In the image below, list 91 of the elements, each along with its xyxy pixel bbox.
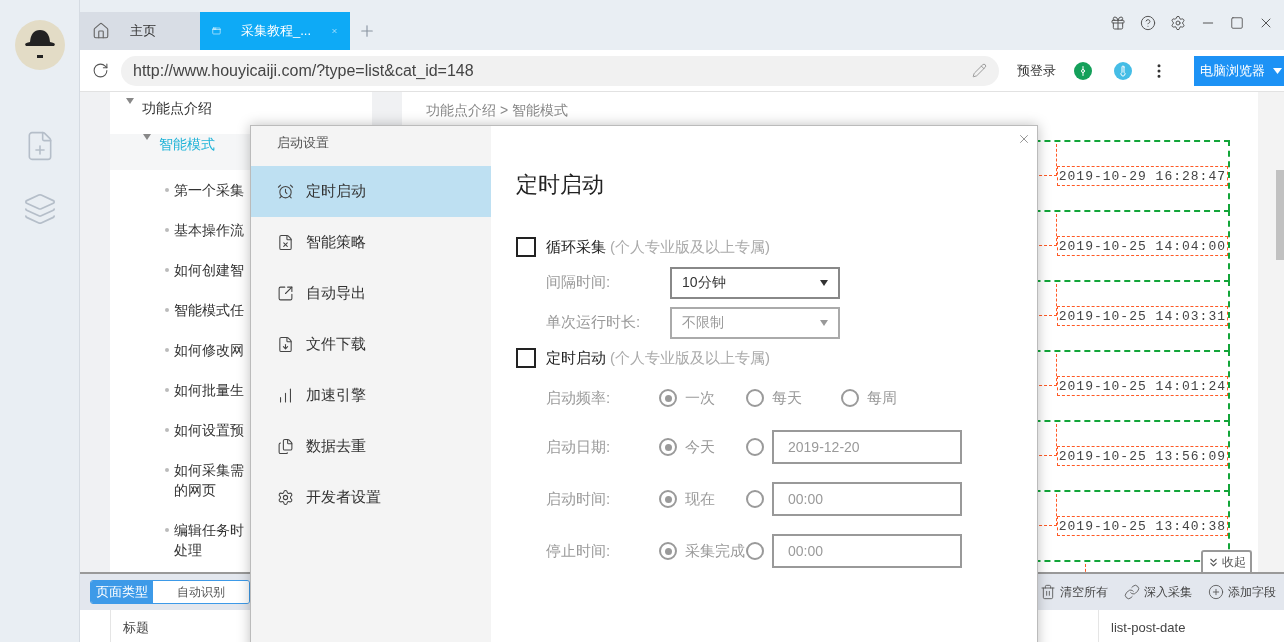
caret-icon [1273,67,1282,74]
checkbox-label: 循环采集 [546,237,606,257]
toolbar-button[interactable]: 深入采集 [1124,583,1192,601]
bullet-icon [165,348,169,352]
edit-icon [972,63,987,78]
toolbar-button[interactable]: 添加字段 [1208,583,1276,601]
caret-icon [143,134,151,140]
reload-icon[interactable] [92,62,109,79]
radio-label: 一次 [685,387,715,408]
trash-icon [1040,584,1056,600]
bullet-icon [165,308,169,312]
nav-item[interactable]: 智能策略 [251,217,491,268]
date-label: 2019-10-25 13:40:38 [1056,516,1228,536]
plugin-icon[interactable] [1074,61,1092,80]
tree-label: 智能模式任 [174,301,245,320]
field-label: 启动日期: [546,436,612,457]
toolbar-button[interactable]: 清空所有 [1040,583,1108,601]
date-label: 2019-10-25 14:01:24 [1056,376,1228,396]
caret-icon [820,319,828,326]
checkbox[interactable] [516,237,536,258]
tree-label: 编辑任务时处理 [174,521,245,560]
checkbox-label: 定时启动 [546,347,606,368]
edition-note: (个人专业版及以上专属) [610,237,770,257]
date-label: 2019-10-25 14:04:00 [1056,236,1228,256]
nav-item[interactable]: 数据去重 [251,421,491,472]
breadcrumb: 功能点介绍 > 智能模式 [426,102,568,118]
tree-label: 如何设置预 [174,421,245,440]
caret-icon [820,279,828,286]
document-icon [277,234,294,251]
caret-icon [126,98,134,104]
date-label: 2019-10-25 14:03:31 [1056,306,1228,326]
radio-label: 现在 [685,488,715,509]
nav-item[interactable]: 文件下载 [251,319,491,370]
field-label: 间隔时间: [546,272,612,293]
help-icon[interactable] [1140,15,1156,31]
date-label: 2019-10-29 16:28:47 [1056,166,1228,186]
avatar [14,20,65,70]
documents-icon [277,438,294,455]
tree-label: 如何修改网 [174,341,245,360]
column-header: list-post-date [1098,610,1284,642]
tree-label: 基本操作流 [174,221,245,240]
radio-label: 每周 [867,387,897,408]
settings-icon[interactable] [1170,15,1186,31]
add-icon [1208,584,1224,600]
bullet-icon [165,528,169,532]
home-icon [92,22,110,40]
alarm-clock-icon [277,183,294,200]
bullet-icon [165,468,169,472]
field-label: 启动频率: [546,387,612,408]
nav-item[interactable]: 自动导出 [251,268,491,319]
tree-label: 如何创建智 [174,261,245,280]
dialog-heading: 定时启动 [516,171,605,199]
tree-label: 智能模式 [159,135,215,154]
field-label: 启动时间: [546,488,612,509]
address-field[interactable]: http://www.houyicaiji.com/?type=list&cat_id=148 [121,55,999,86]
layers-icon[interactable] [22,192,57,226]
gift-icon[interactable] [1110,15,1126,31]
bullet-icon [165,388,169,392]
tree-label: 如何批量生 [174,381,245,400]
field-label: 单次运行时长: [546,312,642,333]
bullet-icon [165,228,169,232]
new-tab-icon[interactable] [358,22,376,40]
link-icon [1124,584,1140,600]
tree-label: 如何采集需的网页 [174,461,245,500]
close-icon[interactable] [1017,132,1031,146]
dialog-title: 启动设置 [276,134,330,152]
file-download-icon [277,336,294,353]
thermometer-icon[interactable] [1114,61,1132,80]
scrollbar-thumb[interactable] [1276,170,1284,260]
date-label: 2019-10-25 13:56:09 [1056,446,1228,466]
pre-login-link[interactable]: 预登录 [1017,60,1056,81]
bullet-icon [165,428,169,432]
field-label: 停止时间: [546,540,612,561]
radio-label: 采集完成 [685,540,745,561]
export-icon [277,285,294,302]
tree-label: 功能点介绍 [142,99,212,118]
maximize-icon[interactable] [1230,16,1244,30]
radio-label: 今天 [685,436,715,457]
nav-item[interactable]: 定时启动 [251,166,491,217]
nav-item[interactable]: 加速引擎 [251,370,491,421]
bar-chart-icon [277,387,294,404]
tree-item[interactable]: 功能点介绍 [110,98,372,134]
radio-label: 每天 [772,387,802,408]
dropdown[interactable]: 10分钟 [670,266,840,299]
settings-icon [277,489,294,506]
tree-label: 第一个采集 [174,181,245,200]
tab[interactable]: 主页 [80,12,200,50]
bullet-icon [165,268,169,272]
bullet-icon [165,188,169,192]
edition-note: (个人专业版及以上专属) [610,347,770,368]
collapse-button[interactable]: 收起 [1201,550,1252,572]
